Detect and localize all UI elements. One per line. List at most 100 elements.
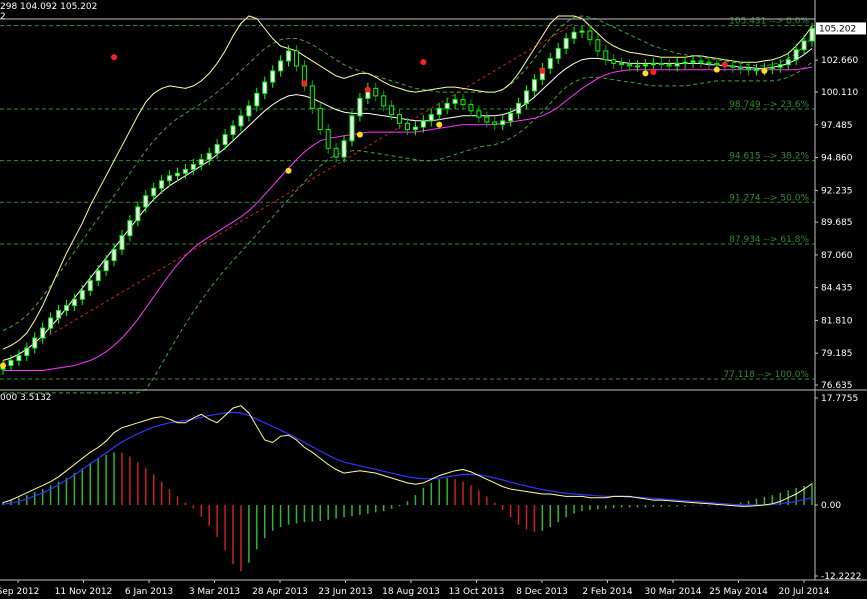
candle-body — [79, 290, 85, 300]
candle-body — [71, 298, 77, 307]
x-tick-label: 30 Mar 2014 — [644, 587, 701, 597]
candle-body — [405, 122, 410, 131]
x-tick-label: 23 Jun 2013 — [318, 587, 372, 597]
fib-label: 91.274 --> 50.0% — [729, 193, 809, 203]
candle-body — [547, 57, 553, 69]
x-tick-label: 13 Oct 2013 — [449, 587, 505, 597]
candle-body — [682, 61, 688, 64]
trend-line — [2, 23, 575, 364]
candle-body — [627, 64, 633, 67]
candle-body — [428, 114, 434, 122]
candle-body — [492, 121, 498, 126]
x-tick-label: 20 Jul 2014 — [779, 587, 830, 597]
candle-body — [278, 60, 284, 72]
candle-body — [658, 62, 664, 66]
fractal-down-marker — [713, 66, 720, 73]
candle-body — [373, 87, 379, 97]
candle-body — [254, 92, 260, 107]
fractal-up-marker — [420, 59, 427, 66]
y-tick-label: 79.185 — [821, 349, 853, 359]
candle-body — [476, 110, 482, 118]
osc-y-tick-label: -12.2222 — [821, 572, 861, 582]
candle-body — [349, 115, 355, 142]
envelope-lower-line — [3, 61, 813, 394]
y-tick-label: 89.685 — [821, 218, 853, 228]
candle-body — [381, 95, 387, 107]
candle-body — [793, 49, 799, 61]
candle-body — [571, 31, 577, 39]
candle-body — [444, 102, 450, 109]
x-tick-label: 18 Aug 2013 — [382, 587, 440, 597]
x-tick-label: 11 Nov 2012 — [55, 587, 113, 597]
candle-body — [508, 112, 514, 122]
candle-body — [40, 327, 46, 339]
candle-body — [619, 62, 625, 66]
price-bands — [2, 15, 813, 394]
fractal-up-marker — [364, 86, 371, 93]
candle-body — [579, 30, 585, 33]
candle-body — [8, 359, 14, 366]
candle-body — [111, 248, 117, 262]
bollinger-mid-line — [2, 48, 813, 361]
y-tick-label: 87.060 — [821, 251, 853, 261]
candle-body — [484, 116, 490, 123]
candle-body — [611, 59, 617, 64]
candle-body — [174, 172, 180, 177]
candle-body — [24, 347, 30, 356]
fractal-down-marker — [642, 70, 649, 77]
fractal-down-marker — [285, 167, 292, 174]
candle-body — [56, 310, 62, 319]
candle-body — [246, 105, 252, 117]
candle-body — [389, 105, 395, 116]
candle-body — [230, 125, 236, 136]
y-tick-label: 76.635 — [821, 381, 853, 391]
y-tick-label: 100.110 — [821, 88, 858, 98]
candle-body — [238, 115, 244, 127]
candle-body — [452, 99, 458, 104]
candle-body — [48, 317, 54, 329]
fib-label: 105.431 --> 0.0% — [729, 17, 809, 27]
candle-body — [785, 59, 791, 66]
fractal-down-marker — [356, 131, 363, 138]
price-chart[interactable]: 105.431 --> 0.0% 98.749 --> 23.6% 94.615 -… — [0, 0, 867, 599]
candle-body — [262, 81, 268, 94]
candle-body — [286, 50, 292, 62]
price-candles — [0, 22, 815, 375]
price-grid: 105.431 --> 0.0% 98.749 --> 23.6% 94.615 -… — [0, 17, 815, 380]
candle-body — [595, 39, 601, 52]
candle-body — [738, 66, 744, 69]
candle-body — [753, 69, 759, 72]
candle-body — [801, 40, 807, 51]
candle-body — [531, 79, 537, 92]
candle-body — [293, 50, 299, 67]
y-tick-label: 81.810 — [821, 316, 853, 326]
candle-body — [769, 66, 775, 69]
candle-body — [333, 147, 339, 158]
candle-body — [190, 164, 196, 171]
oscillator-lines — [2, 405, 813, 507]
candle-body — [500, 120, 506, 126]
fractal-up-marker — [650, 69, 657, 76]
x-tick-label: 3 Mar 2013 — [189, 587, 240, 597]
candle-body — [706, 61, 712, 64]
candle-body — [516, 102, 522, 114]
candle-body — [397, 114, 403, 124]
x-tick-label: 8 Dec 2013 — [516, 587, 568, 597]
candle-body — [642, 64, 648, 67]
candle-body — [167, 175, 173, 182]
x-tick-label: 2 Feb 2014 — [582, 587, 633, 597]
candle-body — [159, 180, 165, 189]
candle-body — [730, 65, 736, 68]
candle-body — [666, 64, 672, 67]
fractal-up-marker — [111, 54, 118, 61]
candle-body — [635, 65, 641, 68]
candle-body — [143, 195, 149, 208]
candle-body — [412, 126, 418, 131]
candle-body — [87, 280, 93, 292]
candle-body — [674, 62, 680, 67]
osc-y-tick-label: 0.00 — [821, 501, 841, 511]
fib-label: 98.749 --> 23.6% — [729, 100, 809, 110]
candle-body — [698, 60, 704, 63]
candle-body — [603, 50, 609, 61]
candle-body — [436, 107, 442, 116]
